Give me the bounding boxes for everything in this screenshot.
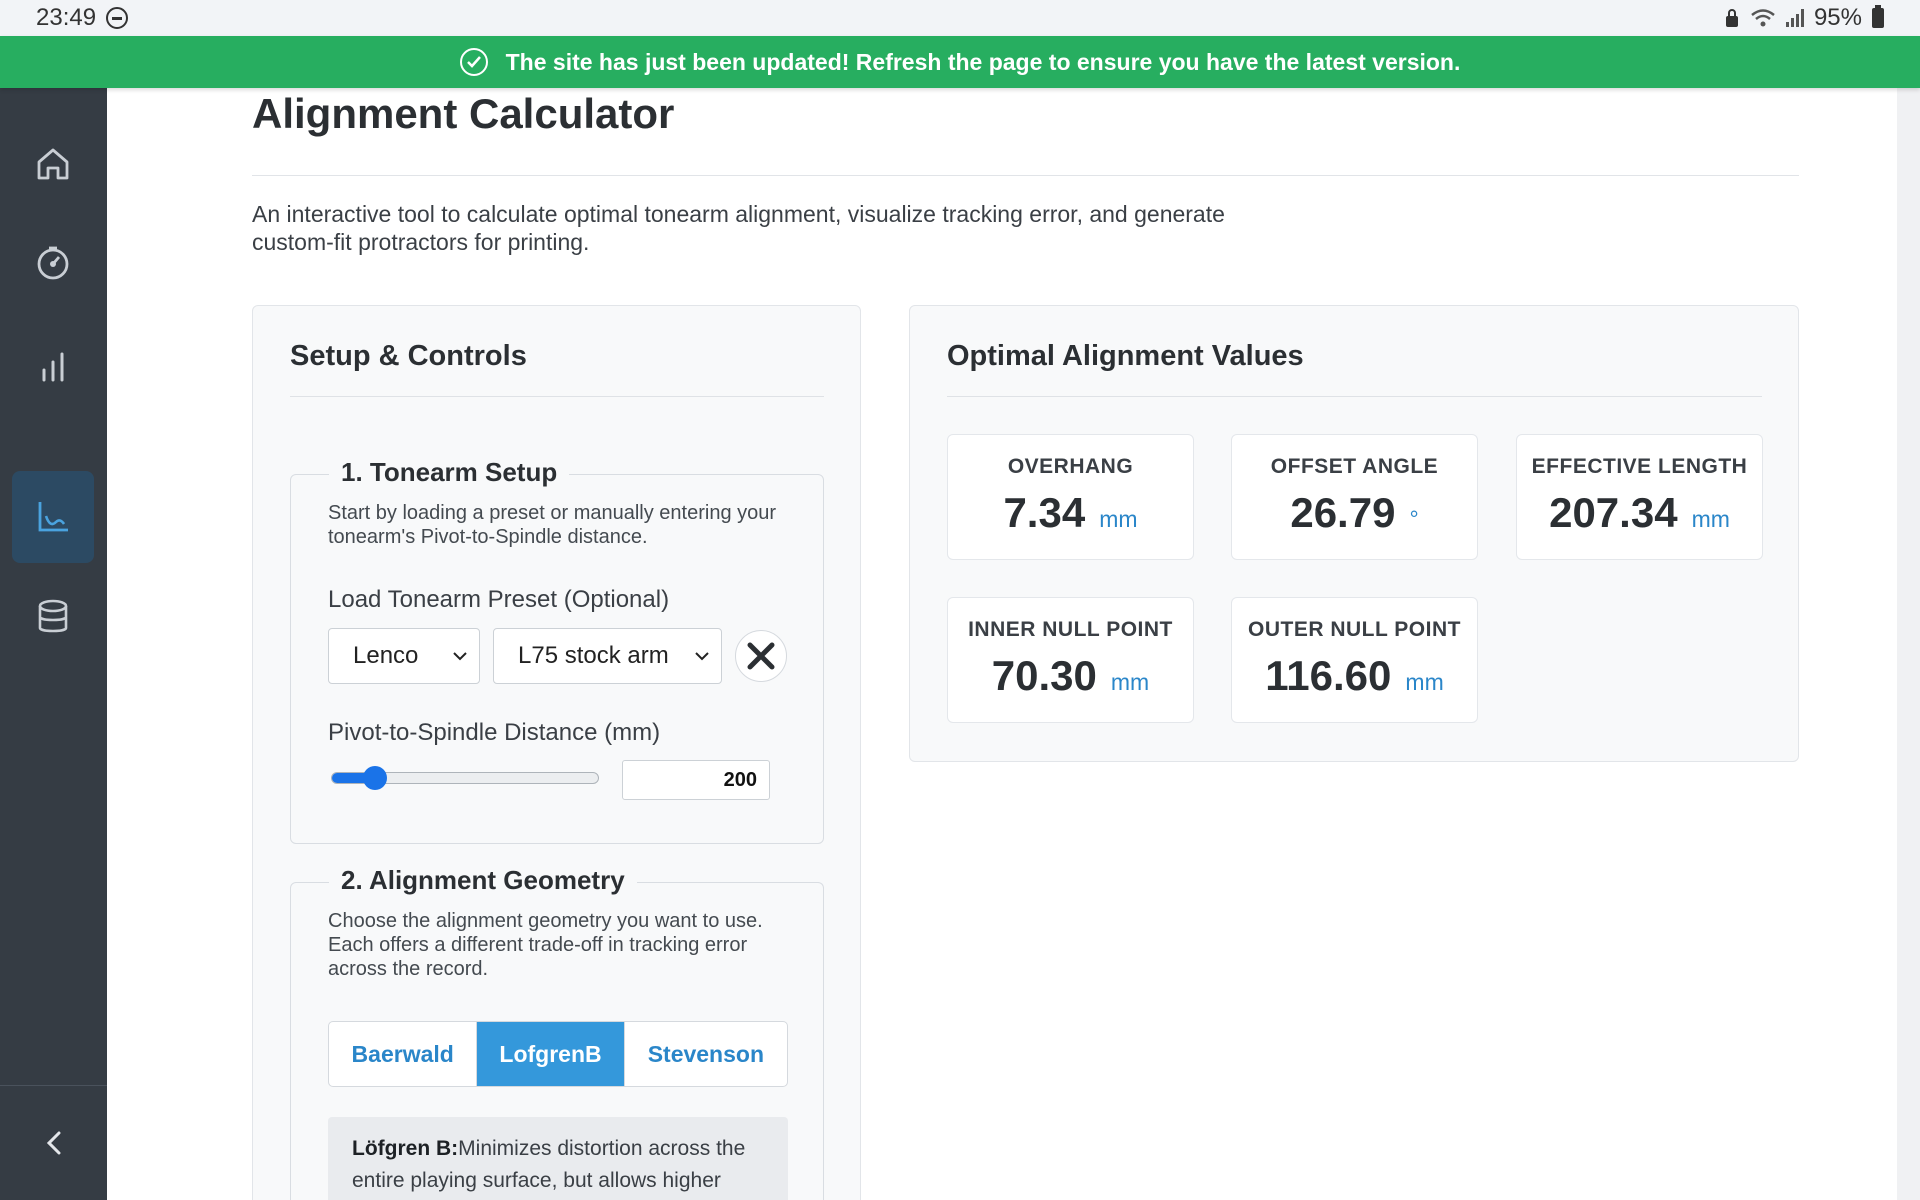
- check-circle-icon: [459, 48, 488, 76]
- effective-length-card: EFFECTIVE LENGTH 207.34 mm: [1516, 434, 1763, 560]
- lock-icon: [1725, 9, 1738, 27]
- banner-message: The site has just been updated! Refresh …: [505, 48, 1461, 75]
- clear-preset-button[interactable]: [735, 630, 787, 682]
- effective-length-unit: mm: [1691, 506, 1730, 532]
- setup-panel-title: Setup & Controls: [290, 340, 527, 372]
- setup-panel-divider: [290, 396, 824, 397]
- home-icon: [37, 148, 69, 180]
- geometry-description: Löfgren B:Minimizes distortion across th…: [328, 1117, 788, 1200]
- setup-panel: Setup & Controls 1. Tonearm Setup Start …: [252, 305, 861, 1200]
- battery-percent: 95%: [1813, 4, 1862, 31]
- geometry-option-baerwald[interactable]: Baerwald: [329, 1022, 478, 1086]
- database-icon: [38, 599, 68, 633]
- geometry-selector: Baerwald LofgrenB Stevenson: [328, 1021, 788, 1087]
- distance-input[interactable]: 200: [622, 760, 770, 800]
- page-title: Alignment Calculator: [252, 90, 675, 137]
- plot-icon: [38, 502, 68, 532]
- inner-null-point-card: INNER NULL POINT 70.30 mm: [947, 597, 1194, 723]
- outer-null-point-card: OUTER NULL POINT 116.60 mm: [1231, 597, 1478, 723]
- distance-slider-thumb[interactable]: [363, 766, 387, 790]
- geometry-option-lofgrenb[interactable]: LofgrenB: [477, 1022, 625, 1086]
- model-select[interactable]: L75 stock arm: [493, 628, 722, 684]
- results-panel: Optimal Alignment Values OVERHANG 7.34 mm…: [909, 305, 1799, 762]
- page-intro: An interactive tool to calculate optimal…: [252, 201, 1225, 255]
- geometry-legend: 2. Alignment Geometry: [329, 865, 637, 896]
- geometry-option-stevenson[interactable]: Stevenson: [625, 1022, 787, 1086]
- sidebar-item-home[interactable]: [12, 118, 94, 210]
- offset-angle-label: OFFSET ANGLE: [1270, 455, 1439, 478]
- sidebar-collapse-button[interactable]: [0, 1085, 107, 1200]
- close-icon: [747, 642, 775, 670]
- sidebar-item-database[interactable]: [12, 571, 94, 663]
- chevron-down-icon: [453, 652, 467, 661]
- overhang-card: OVERHANG 7.34 mm: [947, 434, 1194, 560]
- sidebar-item-gauge[interactable]: [12, 217, 94, 309]
- chevron-down-icon: [695, 652, 709, 661]
- title-divider: [252, 175, 1799, 176]
- page-scrollbar[interactable]: [1897, 88, 1920, 1200]
- geometry-help: Choose the alignment geometry you want t…: [328, 910, 763, 980]
- manufacturer-select[interactable]: Lenco: [328, 628, 480, 684]
- model-value: L75 stock arm: [518, 642, 669, 669]
- distance-label: Pivot-to-Spindle Distance (mm): [328, 719, 661, 746]
- outer-null-point-value: 116.60: [1265, 652, 1392, 699]
- results-panel-divider: [947, 396, 1762, 397]
- chevron-left-icon: [46, 1131, 60, 1155]
- offset-angle-card: OFFSET ANGLE 26.79 °: [1231, 434, 1478, 560]
- overhang-unit: mm: [1099, 506, 1138, 532]
- do-not-disturb-icon: [106, 7, 129, 29]
- status-time: 23:49: [36, 4, 97, 31]
- results-panel-title: Optimal Alignment Values: [947, 340, 1304, 372]
- overhang-label: OVERHANG: [1007, 455, 1134, 478]
- tonearm-setup-legend: 1. Tonearm Setup: [329, 457, 570, 488]
- sidebar-item-alignment[interactable]: [12, 471, 94, 563]
- bar-chart-icon: [42, 352, 64, 382]
- gauge-icon: [37, 246, 69, 280]
- effective-length-label: EFFECTIVE LENGTH: [1531, 455, 1748, 478]
- geometry-fieldset: 2. Alignment Geometry Choose the alignme…: [290, 865, 824, 1200]
- geometry-description-title: Löfgren B:: [352, 1137, 459, 1160]
- main-content: Alignment Calculator An interactive tool…: [107, 88, 1897, 1200]
- inner-null-point-value: 70.30: [991, 652, 1097, 699]
- tonearm-setup-fieldset: 1. Tonearm Setup Start by loading a pres…: [290, 457, 824, 844]
- sidebar: [0, 88, 107, 1200]
- distance-slider[interactable]: [331, 766, 599, 790]
- tonearm-setup-help: Start by loading a preset or manually en…: [328, 502, 777, 548]
- battery-icon: [1872, 5, 1884, 28]
- offset-angle-unit: °: [1409, 506, 1419, 532]
- signal-icon: [1785, 9, 1804, 27]
- offset-angle-value: 26.79: [1290, 489, 1396, 536]
- outer-null-point-label: OUTER NULL POINT: [1248, 618, 1461, 641]
- inner-null-point-unit: mm: [1110, 669, 1150, 695]
- manufacturer-value: Lenco: [353, 642, 419, 669]
- wifi-icon: [1751, 9, 1775, 27]
- overhang-value: 7.34: [1003, 489, 1086, 536]
- status-bar: 23:49 95%: [0, 0, 1920, 36]
- update-banner[interactable]: The site has just been updated! Refresh …: [0, 36, 1920, 88]
- effective-length-value: 207.34: [1549, 489, 1678, 536]
- preset-label: Load Tonearm Preset (Optional): [328, 586, 670, 613]
- inner-null-point-label: INNER NULL POINT: [968, 618, 1173, 641]
- sidebar-item-charts[interactable]: [12, 321, 94, 413]
- outer-null-point-unit: mm: [1405, 669, 1444, 695]
